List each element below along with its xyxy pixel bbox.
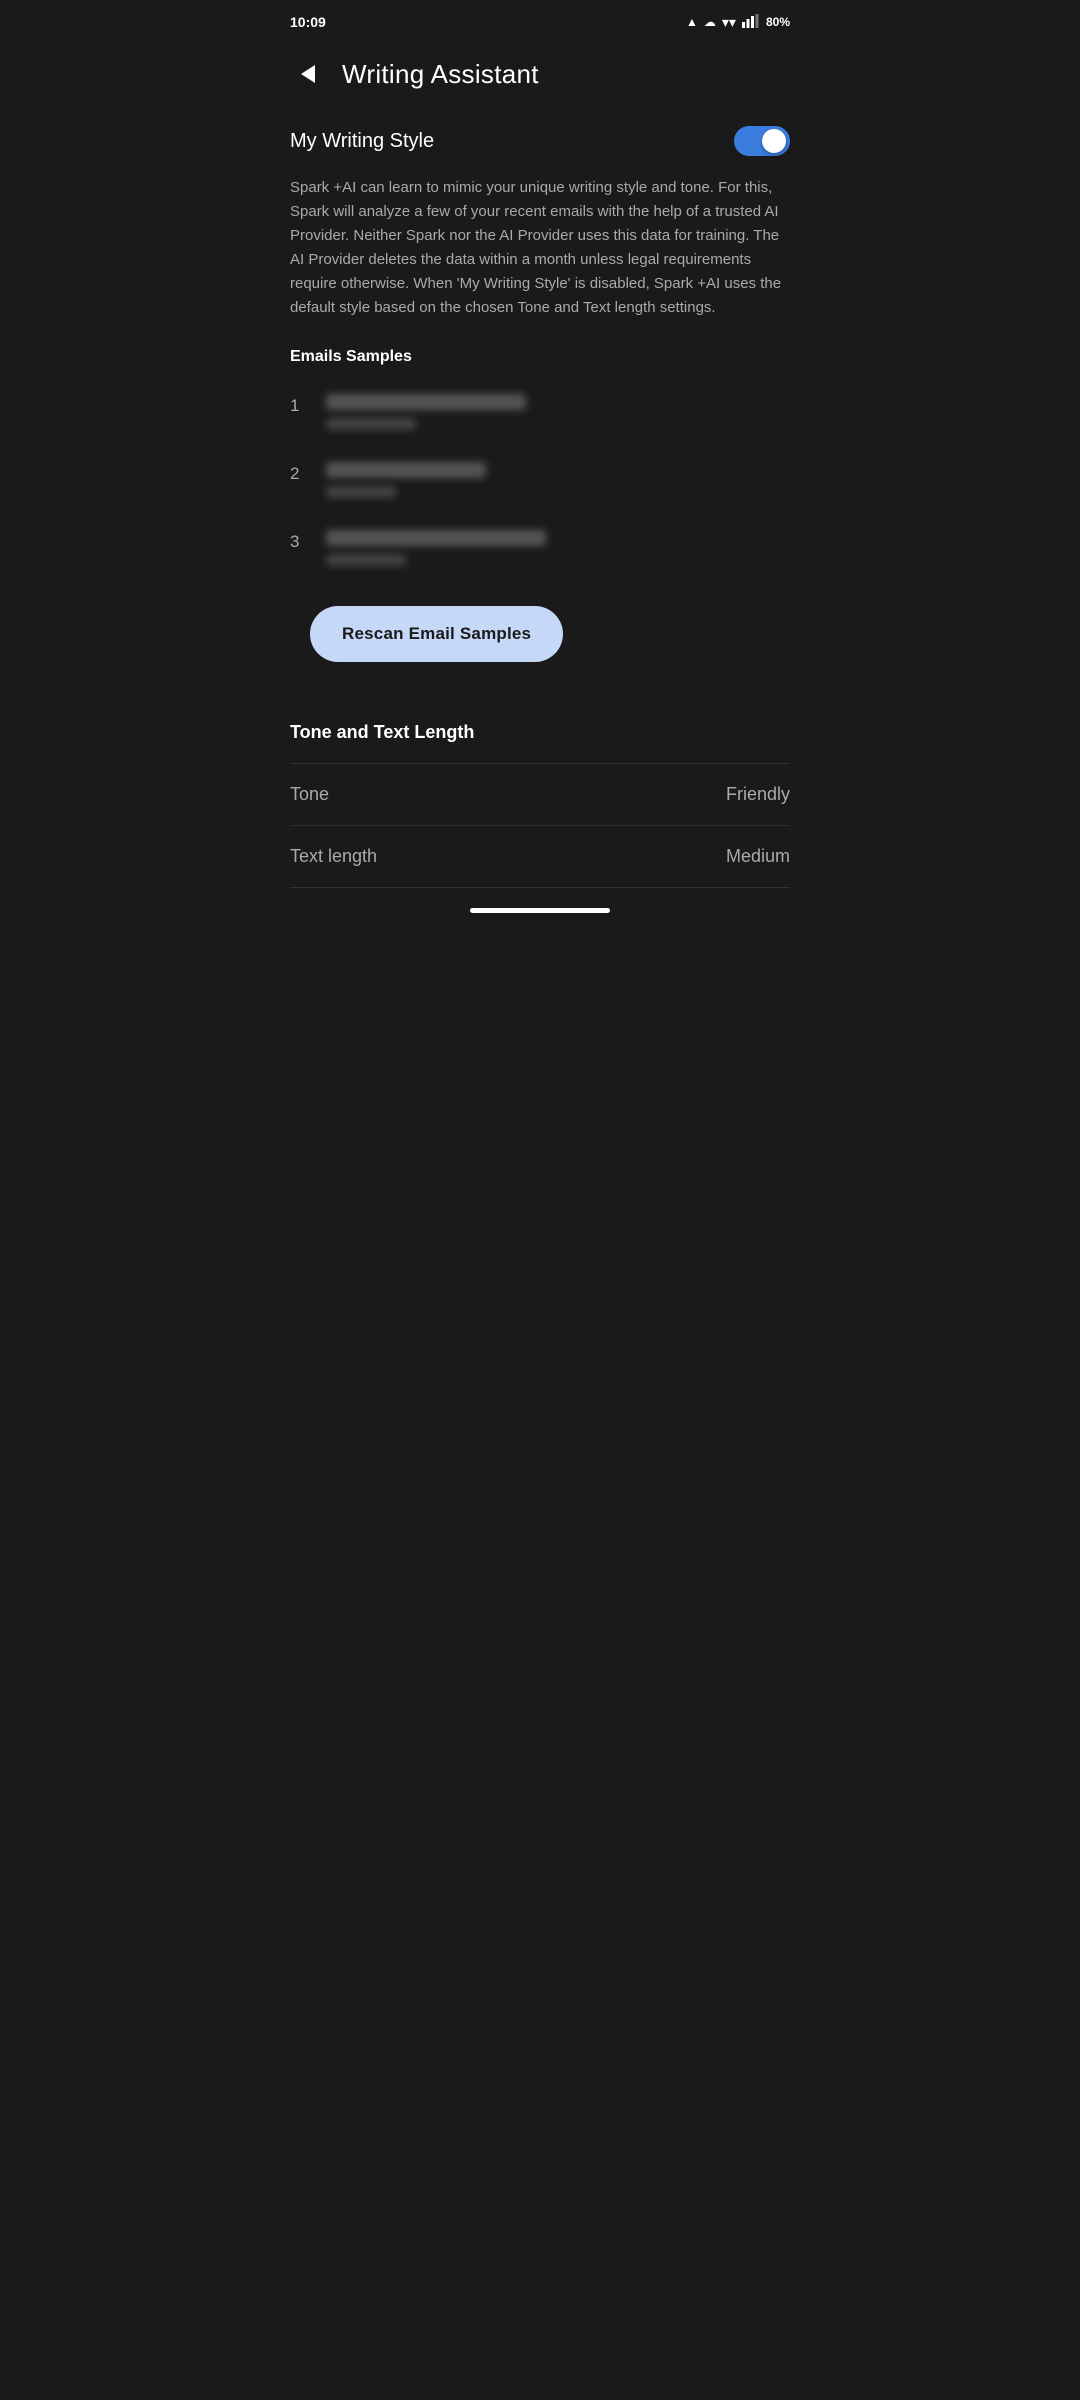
email-number-1: 1	[290, 396, 310, 416]
home-indicator	[470, 908, 610, 913]
email-preview-1	[326, 418, 416, 430]
wifi-icon: ▾▾	[722, 14, 736, 31]
rescan-email-samples-button[interactable]: Rescan Email Samples	[310, 606, 563, 662]
text-length-label: Text length	[290, 846, 377, 867]
email-content-1	[326, 394, 790, 430]
emails-samples-header: Emails Samples	[270, 348, 810, 386]
email-content-3	[326, 530, 790, 566]
email-content-2	[326, 462, 790, 498]
text-length-value: Medium	[726, 846, 790, 867]
tone-label: Tone	[290, 784, 329, 805]
my-writing-style-row: My Writing Style	[270, 116, 810, 176]
text-length-row[interactable]: Text length Medium	[270, 826, 810, 887]
email-samples-list: 1 2 3	[270, 386, 810, 590]
my-writing-style-label: My Writing Style	[290, 130, 434, 153]
signal-icon	[742, 14, 760, 31]
list-item[interactable]: 2	[290, 454, 790, 522]
list-item[interactable]: 3	[290, 522, 790, 590]
my-writing-style-toggle[interactable]	[734, 126, 790, 156]
back-button[interactable]	[290, 56, 326, 92]
list-item[interactable]: 1	[290, 386, 790, 454]
tone-row[interactable]: Tone Friendly	[270, 764, 810, 825]
email-subject-1	[326, 394, 526, 410]
battery-indicator: 80%	[766, 15, 790, 29]
notification-icon: ▲	[686, 15, 698, 29]
back-arrow-icon	[301, 65, 315, 83]
page-header: Writing Assistant	[270, 40, 810, 116]
status-time: 10:09	[290, 14, 326, 30]
email-number-2: 2	[290, 464, 310, 484]
status-icons: ▲ ☁ ▾▾ 80%	[686, 14, 790, 31]
email-number-3: 3	[290, 532, 310, 552]
tone-text-length-header: Tone and Text Length	[270, 694, 810, 763]
email-preview-3	[326, 554, 406, 566]
section-divider-bottom	[290, 887, 790, 888]
page-title: Writing Assistant	[342, 59, 539, 90]
cloud-icon: ☁	[704, 15, 716, 29]
toggle-knob	[762, 129, 786, 153]
email-subject-3	[326, 530, 546, 546]
status-bar: 10:09 ▲ ☁ ▾▾ 80%	[270, 0, 810, 40]
email-preview-2	[326, 486, 396, 498]
writing-style-description: Spark +AI can learn to mimic your unique…	[270, 176, 810, 348]
email-subject-2	[326, 462, 486, 478]
tone-value: Friendly	[726, 784, 790, 805]
